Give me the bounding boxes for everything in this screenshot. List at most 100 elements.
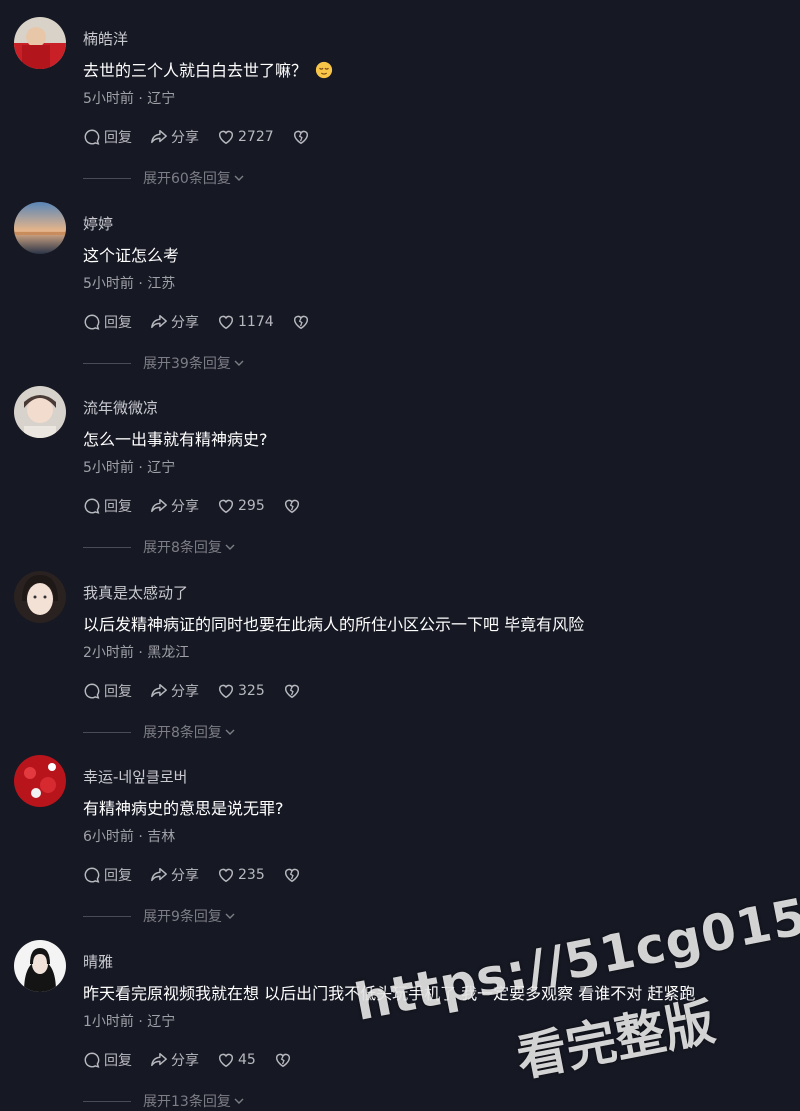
reply-label: 回复: [104, 684, 132, 700]
comment-text: 去世的三个人就白白去世了嘛？: [83, 57, 333, 81]
reply-button[interactable]: 回复: [83, 312, 132, 332]
chevron-down-icon: [225, 913, 235, 919]
broken-heart-icon: [293, 130, 308, 145]
share-button[interactable]: 分享: [150, 127, 199, 147]
share-arrow-icon: [151, 129, 167, 144]
dislike-button[interactable]: [292, 313, 310, 331]
comment-text: 怎么一出事就有精神病史?: [83, 430, 268, 449]
avatar[interactable]: [14, 571, 66, 623]
chevron-down-icon: [234, 175, 244, 181]
comment-actions: 回复 分享 1174: [83, 311, 328, 333]
like-count: 1174: [238, 314, 274, 330]
divider-line: [83, 362, 131, 364]
reply-button[interactable]: 回复: [83, 865, 132, 885]
reply-label: 回复: [104, 315, 132, 331]
comment-text: 有精神病史的意思是说无罪?: [83, 799, 284, 818]
reply-button[interactable]: 回复: [83, 681, 132, 701]
divider-line: [83, 915, 131, 917]
heart-outline-icon: [218, 1053, 234, 1068]
comment-bubble-icon: [84, 683, 100, 699]
comment-username[interactable]: 幸运-네잎클로버: [83, 766, 187, 787]
share-label: 分享: [171, 130, 199, 146]
comment-bubble-icon: [84, 498, 100, 514]
broken-heart-icon: [284, 684, 299, 699]
chevron-down-icon: [234, 1098, 244, 1104]
share-label: 分享: [171, 684, 199, 700]
share-arrow-icon: [151, 498, 167, 513]
share-button[interactable]: 分享: [150, 496, 199, 516]
avatar[interactable]: [14, 202, 66, 254]
like-count: 325: [238, 683, 265, 699]
like-count: 295: [238, 498, 265, 514]
share-label: 分享: [171, 1053, 199, 1069]
avatar[interactable]: [14, 17, 66, 69]
like-button[interactable]: 235: [217, 866, 265, 884]
reply-button[interactable]: 回复: [83, 1050, 132, 1070]
like-button[interactable]: 325: [217, 682, 265, 700]
avatar[interactable]: [14, 940, 66, 992]
comment-text: 这个证怎么考: [83, 246, 180, 265]
comment-username[interactable]: 婷婷: [83, 213, 113, 234]
comment-meta: 1小时前 · 辽宁: [83, 1014, 176, 1030]
reply-label: 回复: [104, 868, 132, 884]
like-count: 235: [238, 867, 265, 883]
comment-item: 我真是太感动了 以后发精神病证的同时也要在此病人的所住小区公示一下吧 毕竟有风险…: [0, 554, 800, 741]
avatar[interactable]: [14, 755, 66, 807]
heart-outline-icon: [218, 499, 234, 514]
broken-heart-icon: [284, 499, 299, 514]
comment-username[interactable]: 流年微微凉: [83, 397, 158, 418]
reply-label: 回复: [104, 1053, 132, 1069]
divider-line: [83, 1100, 131, 1102]
reply-label: 回复: [104, 130, 132, 146]
comment-username[interactable]: 我真是太感动了: [83, 582, 188, 603]
like-button[interactable]: 45: [217, 1051, 256, 1069]
divider-line: [83, 177, 131, 179]
comment-actions: 回复 分享 45: [83, 1049, 310, 1071]
expand-replies-button[interactable]: 展开13条回复: [83, 1091, 245, 1111]
comment-actions: 回复 分享 295: [83, 495, 319, 517]
divider-line: [83, 546, 131, 548]
comment-text-body: 去世的三个人就白白去世了嘛？: [83, 61, 308, 80]
reply-button[interactable]: 回复: [83, 496, 132, 516]
comment-bubble-icon: [84, 314, 100, 330]
dislike-button[interactable]: [283, 497, 301, 515]
share-button[interactable]: 分享: [150, 312, 199, 332]
comment-item: 流年微微凉 怎么一出事就有精神病史? 5小时前 · 辽宁 回复 分享 295 展…: [0, 369, 800, 556]
comment-item: 楠皓洋 去世的三个人就白白去世了嘛？ 5小时前 · 辽宁 回复 分享 2727 …: [0, 0, 800, 187]
relieved-face-emoji: [315, 61, 333, 79]
share-label: 分享: [171, 868, 199, 884]
broken-heart-icon: [293, 315, 308, 330]
dislike-button[interactable]: [283, 866, 301, 884]
heart-outline-icon: [218, 130, 234, 145]
share-arrow-icon: [151, 867, 167, 882]
comment-username[interactable]: 晴雅: [83, 951, 113, 972]
share-label: 分享: [171, 499, 199, 515]
comment-actions: 回复 分享 235: [83, 864, 319, 886]
chevron-down-icon: [225, 544, 235, 550]
share-button[interactable]: 分享: [150, 1050, 199, 1070]
like-count: 2727: [238, 129, 274, 145]
like-button[interactable]: 295: [217, 497, 265, 515]
comment-text: 昨天看完原视频我就在想 以后出门我不低头玩手机了 我一定要多观察 看谁不对 赶紧…: [83, 984, 696, 1003]
like-button[interactable]: 2727: [217, 128, 274, 146]
expand-replies-label: 展开13条回复: [143, 1094, 231, 1110]
reply-button[interactable]: 回复: [83, 127, 132, 147]
comment-username[interactable]: 楠皓洋: [83, 28, 128, 49]
comment-item: 婷婷 这个证怎么考 5小时前 · 江苏 回复 分享 1174 展开39条回复: [0, 185, 800, 372]
avatar[interactable]: [14, 386, 66, 438]
comment-meta: 5小时前 · 江苏: [83, 276, 176, 292]
comment-bubble-icon: [84, 129, 100, 145]
share-button[interactable]: 分享: [150, 681, 199, 701]
share-button[interactable]: 分享: [150, 865, 199, 885]
comment-item: 晴雅 昨天看完原视频我就在想 以后出门我不低头玩手机了 我一定要多观察 看谁不对…: [0, 923, 800, 1110]
broken-heart-icon: [284, 868, 299, 883]
dislike-button[interactable]: [292, 128, 310, 146]
share-label: 分享: [171, 315, 199, 331]
comment-meta: 5小时前 · 辽宁: [83, 460, 176, 476]
share-arrow-icon: [151, 1052, 167, 1067]
comment-item: 幸运-네잎클로버 有精神病史的意思是说无罪? 6小时前 · 吉林 回复 分享 2…: [0, 738, 800, 925]
heart-outline-icon: [218, 315, 234, 330]
dislike-button[interactable]: [283, 682, 301, 700]
like-button[interactable]: 1174: [217, 313, 274, 331]
dislike-button[interactable]: [274, 1051, 292, 1069]
